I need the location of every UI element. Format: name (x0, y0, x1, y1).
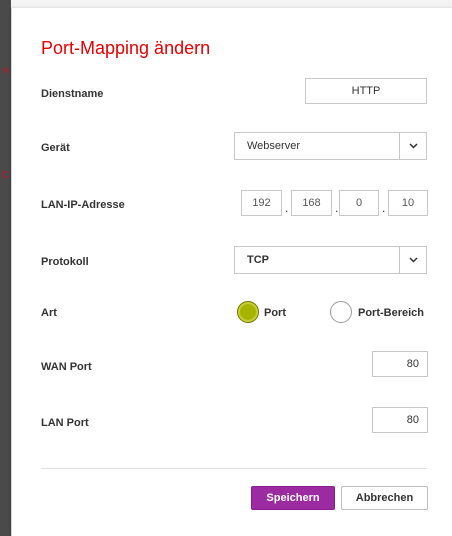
service-name-value: HTTP (351, 85, 381, 97)
lan-port-value: 80 (406, 414, 419, 426)
wan-port-value: 80 (406, 358, 419, 370)
chevron-down-icon[interactable] (399, 133, 426, 159)
save-button[interactable]: Speichern (251, 486, 335, 510)
background-mark: C (1, 170, 10, 181)
radio-port[interactable] (237, 301, 259, 323)
service-name-label: Dienstname (41, 88, 104, 100)
type-label: Art (41, 307, 57, 319)
ip-separator: . (382, 201, 386, 215)
protocol-label: Protokoll (41, 256, 89, 268)
service-name-input[interactable]: HTTP (305, 78, 427, 104)
lan-port-label: LAN Port (41, 417, 89, 429)
ip-octet-4-input[interactable]: 10 (388, 190, 428, 216)
wan-port-label: WAN Port (41, 361, 92, 373)
ip-octet-3-input[interactable]: 0 (339, 190, 379, 216)
device-label: Gerät (41, 142, 70, 154)
radio-port-range[interactable] (330, 301, 352, 323)
lan-ip-label: LAN-IP-Adresse (41, 199, 125, 211)
dialog-title: Port-Mapping ändern (41, 38, 211, 58)
radio-port-label[interactable]: Port (264, 307, 286, 319)
ip-octet-2-input[interactable]: 168 (291, 190, 332, 216)
wan-port-input[interactable]: 80 (372, 351, 428, 377)
ip-octet-1-input[interactable]: 192 (241, 190, 282, 216)
lan-port-input[interactable]: 80 (372, 407, 428, 433)
ip-separator: . (285, 201, 289, 215)
ip-separator: . (335, 201, 339, 215)
protocol-select[interactable]: TCP (234, 246, 427, 274)
ip-octet-4-value: 10 (401, 197, 415, 209)
ip-octet-3-value: 0 (355, 197, 363, 209)
port-mapping-dialog: Port-Mapping ändern Dienstname HTTP Gerä… (11, 8, 452, 536)
ip-octet-2-value: 168 (302, 197, 321, 209)
background-mark: ✕ (1, 66, 10, 77)
ip-octet-1-value: 192 (252, 197, 271, 209)
device-select[interactable]: Webserver (234, 132, 427, 160)
chevron-down-icon[interactable] (399, 247, 426, 273)
background-page-edge: ✕ C (0, 0, 11, 536)
device-select-value: Webserver (247, 140, 300, 152)
radio-port-range-label[interactable]: Port-Bereich (358, 307, 424, 319)
protocol-select-value: TCP (247, 254, 269, 266)
cancel-button[interactable]: Abbrechen (341, 486, 428, 510)
footer-divider (41, 468, 427, 469)
